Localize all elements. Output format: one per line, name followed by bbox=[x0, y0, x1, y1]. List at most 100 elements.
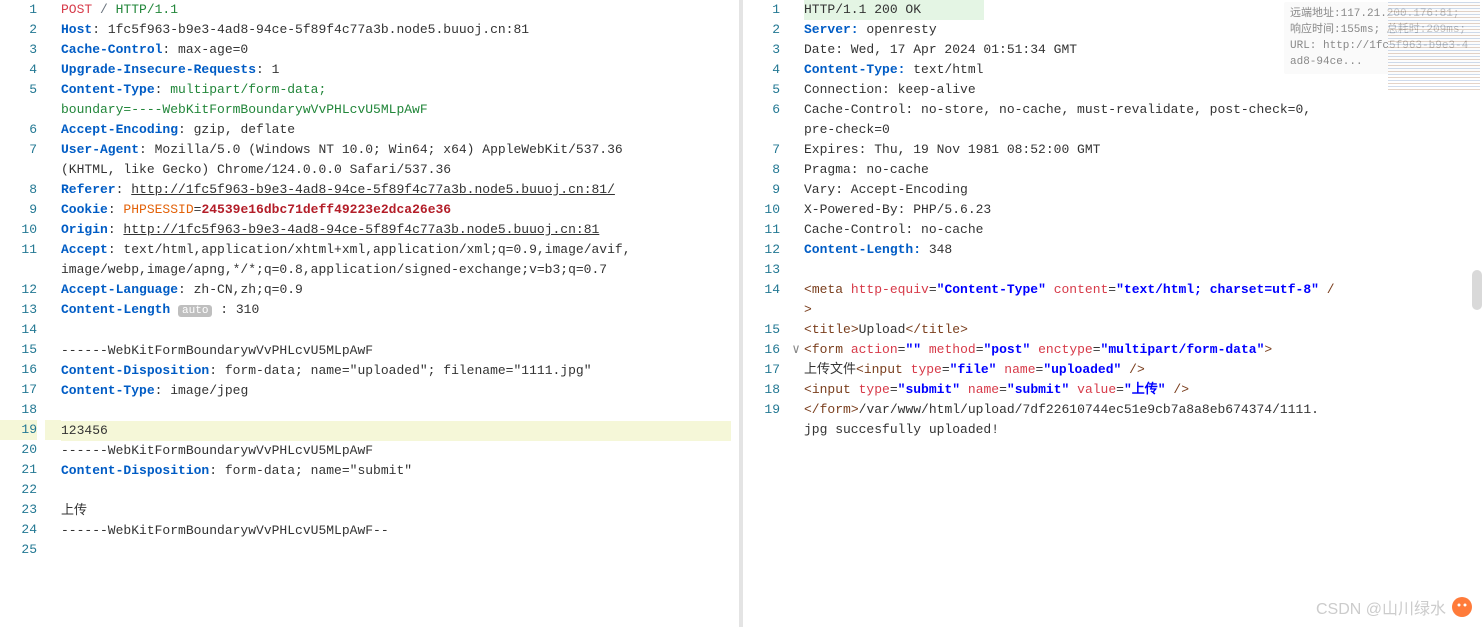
token bbox=[1069, 382, 1077, 397]
code-line[interactable]: Content-Length auto : 310 bbox=[61, 300, 731, 321]
code-line[interactable]: Cookie: PHPSESSID=24539e16dbc71deff49223… bbox=[61, 200, 731, 220]
code-line[interactable]: X-Powered-By: PHP/5.6.23 bbox=[804, 200, 1474, 220]
code-line[interactable]: (KHTML, like Gecko) Chrome/124.0.0.0 Saf… bbox=[61, 160, 731, 180]
code-line[interactable]: </form>/var/www/html/upload/7df22610744e… bbox=[804, 400, 1474, 420]
code-line[interactable]: ------WebKitFormBoundarywVvPHLcvU5MLpAwF bbox=[61, 441, 731, 461]
fold-gutter bbox=[45, 0, 61, 627]
code-line[interactable]: Content-Length: 348 bbox=[804, 240, 1474, 260]
code-line[interactable]: Content-Disposition: form-data; name="up… bbox=[61, 361, 731, 381]
token: HTTP/1.1 200 OK bbox=[804, 2, 921, 17]
token: > bbox=[851, 402, 859, 417]
token: Pragma: no-cache bbox=[804, 162, 929, 177]
token: "file" bbox=[950, 362, 997, 377]
request-editor[interactable]: 1234567891011121314151617181920212223242… bbox=[0, 0, 743, 627]
code-line[interactable]: Content-Type: multipart/form-data; bbox=[61, 80, 731, 100]
token: enctype bbox=[1038, 342, 1093, 357]
code-content[interactable]: HTTP/1.1 200 OKServer: openrestyDate: We… bbox=[804, 0, 1482, 627]
code-line[interactable]: <meta http-equiv="Content-Type" content=… bbox=[804, 280, 1474, 300]
code-line[interactable]: 123456 bbox=[61, 421, 731, 441]
code-line[interactable]: Accept-Language: zh-CN,zh;q=0.9 bbox=[61, 280, 731, 300]
code-line[interactable]: <input type="submit" name="submit" value… bbox=[804, 380, 1474, 400]
token: ------WebKitFormBoundarywVvPHLcvU5MLpAwF bbox=[61, 443, 373, 458]
token: text/html bbox=[913, 62, 983, 77]
code-line[interactable]: 上传文件<input type="file" name="uploaded" /… bbox=[804, 360, 1474, 380]
code-line[interactable]: pre-check=0 bbox=[804, 120, 1474, 140]
token: title bbox=[921, 322, 960, 337]
token: 上传文件 bbox=[804, 362, 856, 377]
token: Referer bbox=[61, 182, 116, 197]
token: Cache-Control: no-store, no-cache, must-… bbox=[804, 102, 1319, 117]
code-line[interactable]: POST / HTTP/1.1 bbox=[61, 0, 731, 20]
token: Content-Type bbox=[61, 82, 155, 97]
code-line[interactable]: <title>Upload</title> bbox=[804, 320, 1474, 340]
token: "Content-Type" bbox=[937, 282, 1046, 297]
token: </ bbox=[804, 402, 820, 417]
code-line[interactable]: User-Agent: Mozilla/5.0 (Windows NT 10.0… bbox=[61, 140, 731, 160]
code-line[interactable]: HTTP/1.1 200 OK bbox=[804, 0, 984, 20]
code-line[interactable]: Content-Type: image/jpeg bbox=[61, 381, 731, 401]
code-line[interactable]: Vary: Accept-Encoding bbox=[804, 180, 1474, 200]
code-line[interactable]: Accept-Encoding: gzip, deflate bbox=[61, 120, 731, 140]
token: > bbox=[804, 302, 812, 317]
response-code-area[interactable]: 12345678910111213141516171819∨HTTP/1.1 2… bbox=[743, 0, 1482, 627]
token: 123456 bbox=[61, 423, 108, 438]
token: < bbox=[804, 322, 812, 337]
token: Upload bbox=[859, 322, 906, 337]
token: : 1 bbox=[256, 62, 279, 77]
response-editor[interactable]: 12345678910111213141516171819∨HTTP/1.1 2… bbox=[743, 0, 1482, 627]
token: Cache-Control bbox=[61, 42, 162, 57]
code-line[interactable]: ------WebKitFormBoundarywVvPHLcvU5MLpAwF… bbox=[61, 521, 731, 541]
token: 348 bbox=[929, 242, 952, 257]
token: "" bbox=[905, 342, 921, 357]
code-line[interactable]: Connection: keep-alive bbox=[804, 80, 1474, 100]
token: : zh-CN,zh;q=0.9 bbox=[178, 282, 303, 297]
code-line[interactable]: Referer: http://1fc5f963-b9e3-4ad8-94ce-… bbox=[61, 180, 731, 200]
code-line[interactable] bbox=[61, 481, 731, 501]
code-line[interactable]: Expires: Thu, 19 Nov 1981 08:52:00 GMT bbox=[804, 140, 1474, 160]
token: "submit" bbox=[898, 382, 960, 397]
code-line[interactable]: > bbox=[804, 300, 1474, 320]
token: openresty bbox=[866, 22, 936, 37]
token: Content-Disposition bbox=[61, 463, 209, 478]
token: auto bbox=[178, 305, 212, 317]
token: Origin bbox=[61, 222, 108, 237]
code-line[interactable] bbox=[61, 401, 731, 421]
code-line[interactable] bbox=[804, 260, 1474, 280]
token: : bbox=[155, 82, 171, 97]
token: "multipart/form-data" bbox=[1101, 342, 1265, 357]
code-line[interactable]: 上传 bbox=[61, 501, 731, 521]
code-line[interactable]: Accept: text/html,application/xhtml+xml,… bbox=[61, 240, 731, 260]
token: = bbox=[1116, 382, 1124, 397]
code-line[interactable]: <form action="" method="post" enctype="m… bbox=[804, 340, 1474, 360]
token: "uploaded" bbox=[1043, 362, 1121, 377]
code-line[interactable]: Host: 1fc5f963-b9e3-4ad8-94ce-5f89f4c77a… bbox=[61, 20, 731, 40]
code-line[interactable]: boundary=----WebKitFormBoundarywVvPHLcvU… bbox=[61, 100, 731, 120]
code-line[interactable]: Cache-Control: max-age=0 bbox=[61, 40, 731, 60]
code-line[interactable]: Pragma: no-cache bbox=[804, 160, 1474, 180]
code-line[interactable]: jpg succesfully uploaded! bbox=[804, 420, 1474, 440]
code-content[interactable]: POST / HTTP/1.1Host: 1fc5f963-b9e3-4ad8-… bbox=[61, 0, 739, 627]
code-line[interactable] bbox=[61, 321, 731, 341]
token: = bbox=[976, 342, 984, 357]
token: / bbox=[1319, 282, 1335, 297]
code-line[interactable] bbox=[61, 541, 731, 561]
code-line[interactable]: Cache-Control: no-store, no-cache, must-… bbox=[804, 100, 1474, 120]
token: < bbox=[804, 282, 812, 297]
token: = bbox=[942, 362, 950, 377]
code-line[interactable]: Origin: http://1fc5f963-b9e3-4ad8-94ce-5… bbox=[61, 220, 731, 240]
code-line[interactable]: Upgrade-Insecure-Requests: 1 bbox=[61, 60, 731, 80]
token: = bbox=[929, 282, 937, 297]
code-line[interactable]: Content-Disposition: form-data; name="su… bbox=[61, 461, 731, 481]
request-code-area[interactable]: 1234567891011121314151617181920212223242… bbox=[0, 0, 739, 627]
fold-gutter: ∨ bbox=[788, 0, 804, 627]
code-line[interactable]: Cache-Control: no-cache bbox=[804, 220, 1474, 240]
token bbox=[170, 302, 178, 317]
scrollbar-thumb[interactable] bbox=[1472, 270, 1482, 310]
token: PHPSESSID bbox=[123, 202, 193, 217]
token: = bbox=[1093, 342, 1101, 357]
token: : bbox=[116, 182, 132, 197]
token: input bbox=[812, 382, 859, 397]
token: = bbox=[1108, 282, 1116, 297]
code-line[interactable]: image/webp,image/apng,*/*;q=0.8,applicat… bbox=[61, 260, 731, 280]
code-line[interactable]: ------WebKitFormBoundarywVvPHLcvU5MLpAwF bbox=[61, 341, 731, 361]
